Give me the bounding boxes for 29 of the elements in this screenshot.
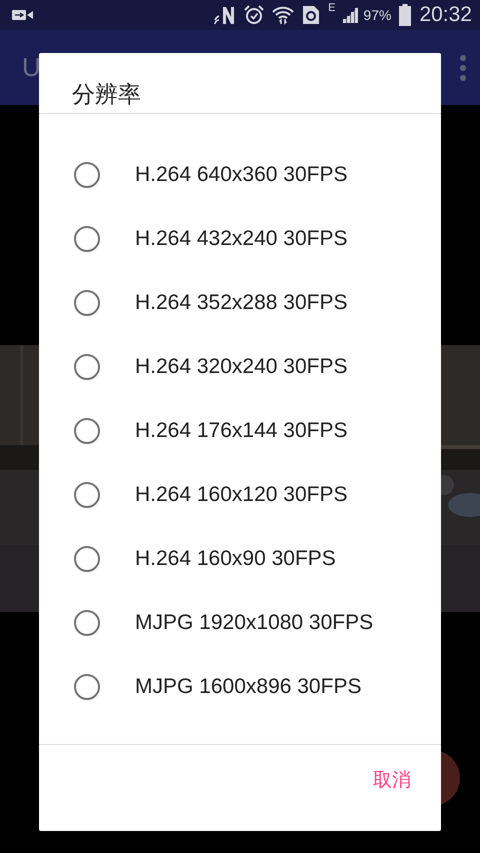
wifi-icon [272,5,294,25]
overflow-menu-icon [460,54,466,80]
alarm-icon [244,5,264,25]
signal-icon [341,6,360,24]
nfc-icon [214,5,236,25]
status-time: 20:32 [419,2,472,28]
radio-button[interactable] [74,418,100,444]
radio-option[interactable]: H.264 176x144 30FPS [39,399,441,463]
radio-button[interactable] [74,482,100,508]
radio-button[interactable] [74,610,100,636]
app-title: U [22,51,41,84]
network-type-label: E [328,1,336,16]
radio-option[interactable]: H.264 160x120 30FPS [39,463,441,527]
radio-button[interactable] [74,226,100,252]
radio-button[interactable] [74,290,100,316]
radio-option[interactable]: H.264 160x90 30FPS [39,527,441,591]
battery-icon [399,4,412,26]
dialog-title: 分辨率 [71,80,142,109]
battery-percent: 97% [363,6,392,24]
radio-option[interactable]: H.264 432x240 30FPS [39,207,441,271]
radio-button[interactable] [74,354,100,380]
radio-option[interactable]: H.264 320x240 30FPS [39,335,441,399]
radio-button[interactable] [74,162,100,188]
radio-option[interactable]: MJPG 1920x1080 30FPS [39,591,441,655]
radio-option[interactable]: H.264 352x288 30FPS [39,271,441,335]
radio-button[interactable] [74,546,100,572]
radio-option[interactable]: MJPG 1600x896 30FPS [39,655,441,719]
radio-option[interactable]: H.264 640x360 30FPS [39,143,441,207]
radio-button[interactable] [74,674,100,700]
